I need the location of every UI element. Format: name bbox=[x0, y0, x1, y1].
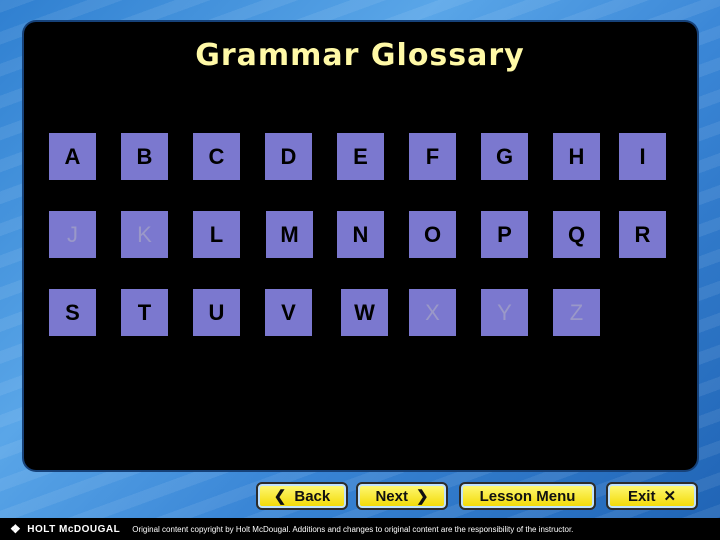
exit-button[interactable]: Exit ✕ bbox=[606, 482, 698, 510]
close-icon: ✕ bbox=[663, 487, 677, 505]
next-button-label: Next bbox=[375, 487, 408, 505]
lesson-menu-button[interactable]: Lesson Menu bbox=[459, 482, 596, 510]
letter-s-button[interactable]: S bbox=[49, 289, 96, 336]
letter-z-button: Z bbox=[553, 289, 600, 336]
letter-i-button[interactable]: I bbox=[619, 133, 666, 180]
letter-o-button[interactable]: O bbox=[409, 211, 456, 258]
letter-d-button[interactable]: D bbox=[265, 133, 312, 180]
letter-c-button[interactable]: C bbox=[193, 133, 240, 180]
holt-mcdougal-logo: ❖ HOLT McDOUGAL bbox=[10, 522, 120, 536]
letter-v-button[interactable]: V bbox=[265, 289, 312, 336]
letter-e-button[interactable]: E bbox=[337, 133, 384, 180]
letter-t-button[interactable]: T bbox=[121, 289, 168, 336]
letter-n-button[interactable]: N bbox=[337, 211, 384, 258]
next-button[interactable]: Next ❯ bbox=[356, 482, 448, 510]
chevron-right-icon: ❯ bbox=[415, 487, 429, 505]
letter-r-button[interactable]: R bbox=[619, 211, 666, 258]
back-button[interactable]: ❮ Back bbox=[256, 482, 348, 510]
footer-bar: ❖ HOLT McDOUGAL Original content copyrig… bbox=[0, 518, 720, 540]
publisher-logo-icon: ❖ bbox=[10, 522, 22, 536]
logo-text: HOLT McDOUGAL bbox=[27, 523, 121, 535]
letter-w-button[interactable]: W bbox=[341, 289, 388, 336]
letter-m-button[interactable]: M bbox=[266, 211, 313, 258]
page-title: Grammar Glossary bbox=[195, 38, 525, 73]
letter-x-button: X bbox=[409, 289, 456, 336]
letter-p-button[interactable]: P bbox=[481, 211, 528, 258]
back-button-label: Back bbox=[294, 487, 331, 505]
letter-a-button[interactable]: A bbox=[49, 133, 96, 180]
copyright-notice: Original content copyright by Holt McDou… bbox=[132, 524, 574, 534]
letter-f-button[interactable]: F bbox=[409, 133, 456, 180]
letter-l-button[interactable]: L bbox=[193, 211, 240, 258]
letter-y-button: Y bbox=[481, 289, 528, 336]
letter-h-button[interactable]: H bbox=[553, 133, 600, 180]
chevron-left-icon: ❮ bbox=[273, 487, 287, 505]
letter-b-button[interactable]: B bbox=[121, 133, 168, 180]
letter-q-button[interactable]: Q bbox=[553, 211, 600, 258]
letter-u-button[interactable]: U bbox=[193, 289, 240, 336]
letter-g-button[interactable]: G bbox=[481, 133, 528, 180]
letter-j-button: J bbox=[49, 211, 96, 258]
letter-k-button: K bbox=[121, 211, 168, 258]
lesson-menu-button-label: Lesson Menu bbox=[479, 487, 576, 505]
exit-button-label: Exit bbox=[627, 487, 656, 505]
